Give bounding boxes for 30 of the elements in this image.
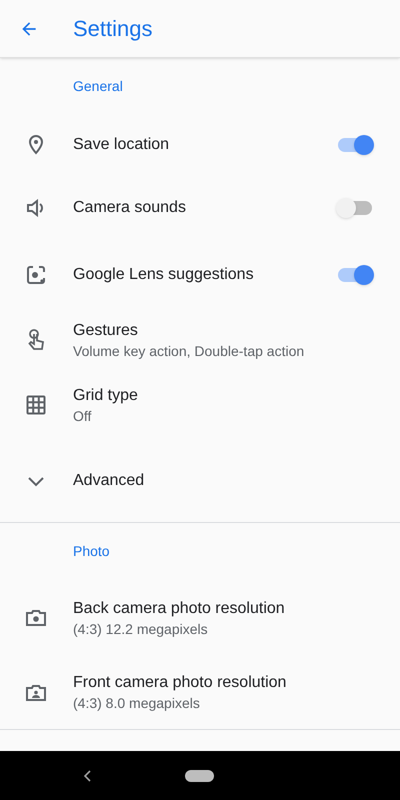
setting-title: Save location bbox=[73, 134, 170, 154]
setting-title: Gestures bbox=[73, 320, 139, 340]
setting-summary: (4:3) 12.2 megapixels bbox=[73, 620, 209, 638]
setting-summary: (4:3) 8.0 megapixels bbox=[73, 694, 201, 712]
settings-row[interactable]: Camera sounds bbox=[0, 175, 400, 240]
settings-row[interactable]: Front camera photo resolution (4:3) 8.0 megapixels bbox=[0, 656, 400, 729]
setting-title: Camera sounds bbox=[73, 198, 187, 218]
settings-row[interactable]: Save location bbox=[0, 114, 400, 175]
setting-title: Back camera photo resolution bbox=[73, 598, 286, 618]
settings-row[interactable]: Advanced bbox=[0, 440, 400, 522]
setting-summary: Volume key action, Double-tap action bbox=[73, 342, 306, 360]
toggle-switch[interactable] bbox=[338, 268, 372, 282]
setting-title: Advanced bbox=[73, 471, 146, 491]
toggle-switch[interactable] bbox=[338, 138, 372, 152]
setting-title: Google Lens suggestions bbox=[73, 265, 255, 285]
toggle-switch[interactable] bbox=[338, 200, 372, 214]
settings-row[interactable]: Gestures Volume key action, Double-tap action bbox=[0, 310, 400, 370]
settings-row[interactable]: Grid type Off bbox=[0, 370, 400, 440]
lens-icon bbox=[24, 263, 48, 287]
screen-title: Settings bbox=[73, 15, 152, 43]
setting-summary: Off bbox=[73, 406, 92, 424]
setting-title: Front camera photo resolution bbox=[73, 673, 288, 693]
home-handle[interactable] bbox=[185, 770, 214, 782]
settings-row[interactable]: Google Lens suggestions bbox=[0, 240, 400, 310]
section-heading: Photo bbox=[73, 542, 110, 561]
back-icon[interactable] bbox=[83, 768, 93, 782]
setting-title: Grid type bbox=[73, 386, 139, 406]
settings-row[interactable]: Back camera photo resolution (4:3) 12.2 megapixels bbox=[0, 580, 400, 656]
section-heading: General bbox=[73, 76, 123, 96]
grid-icon bbox=[24, 393, 48, 417]
